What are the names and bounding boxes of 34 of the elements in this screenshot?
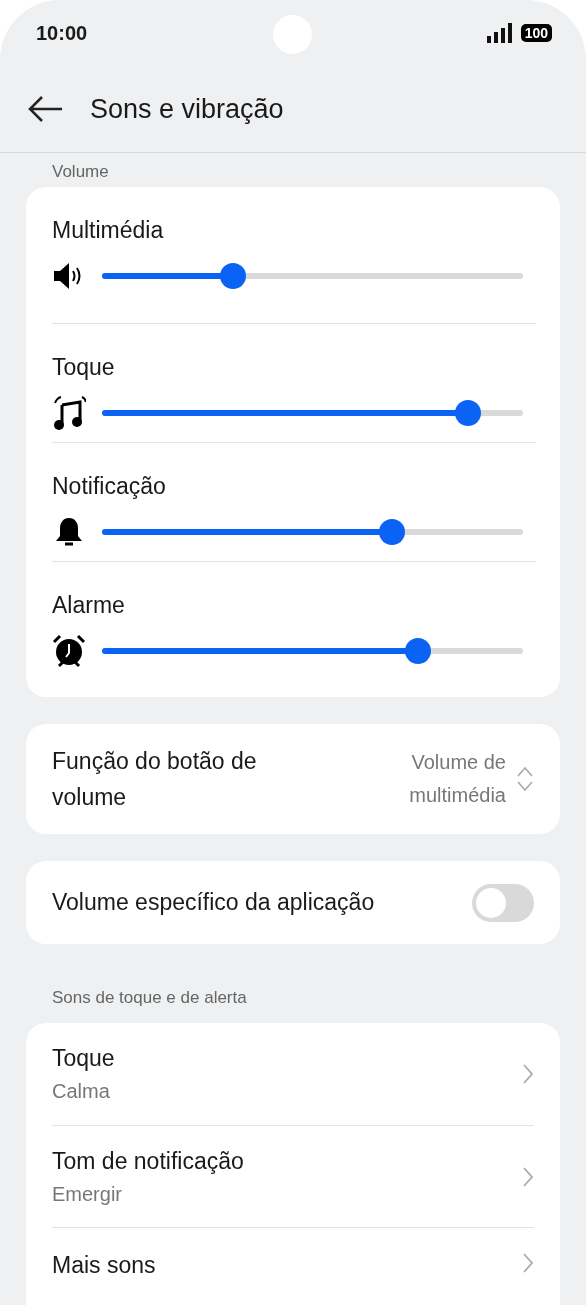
slider-label: Multimédia [52, 217, 165, 244]
music-note-icon [52, 395, 86, 431]
setting-label: Volume específico da aplicação [52, 889, 375, 916]
item-title: Tom de notificação [52, 1147, 244, 1175]
slider-thumb[interactable] [404, 638, 431, 664]
section-label: Volume [51, 161, 110, 183]
item-title: Mais sons [52, 1252, 156, 1279]
page-title: Sons e vibração [90, 93, 284, 125]
chevron-right-icon [522, 1063, 534, 1085]
section-label: Sons de toque e de alerta [51, 987, 248, 1009]
list-item[interactable]: Tom de notificação Emergir [52, 1125, 534, 1227]
alarm-clock-icon [52, 634, 86, 668]
slider-label: Alarme [52, 592, 126, 619]
volume-button-card[interactable]: Função do botão de volume Volume de multimédia [26, 724, 560, 834]
list-item[interactable]: Toque Calma [52, 1023, 534, 1125]
slider-thumb[interactable] [219, 263, 246, 289]
list-item[interactable]: Mais sons [52, 1227, 534, 1287]
back-icon[interactable] [28, 95, 64, 123]
item-subtitle: Calma [52, 1080, 111, 1103]
slider-label: Toque [52, 354, 116, 381]
item-subtitle: Emergir [52, 1182, 123, 1206]
slider-label: Notificação [52, 473, 167, 500]
toggle-switch[interactable] [472, 883, 534, 922]
item-title: Toque [52, 1045, 115, 1072]
setting-value: Volume de multimédia [408, 750, 506, 808]
up-down-chevron-icon [516, 766, 534, 792]
chevron-right-icon [522, 1252, 534, 1274]
chevron-right-icon [522, 1165, 534, 1188]
slider-thumb[interactable] [455, 400, 482, 426]
signal-icon [486, 23, 513, 43]
slider-thumb[interactable] [379, 519, 406, 545]
setting-label: Função do botão de volume [52, 747, 258, 812]
status-time: 10:00 [36, 21, 88, 45]
battery-level: 100 [520, 24, 552, 42]
